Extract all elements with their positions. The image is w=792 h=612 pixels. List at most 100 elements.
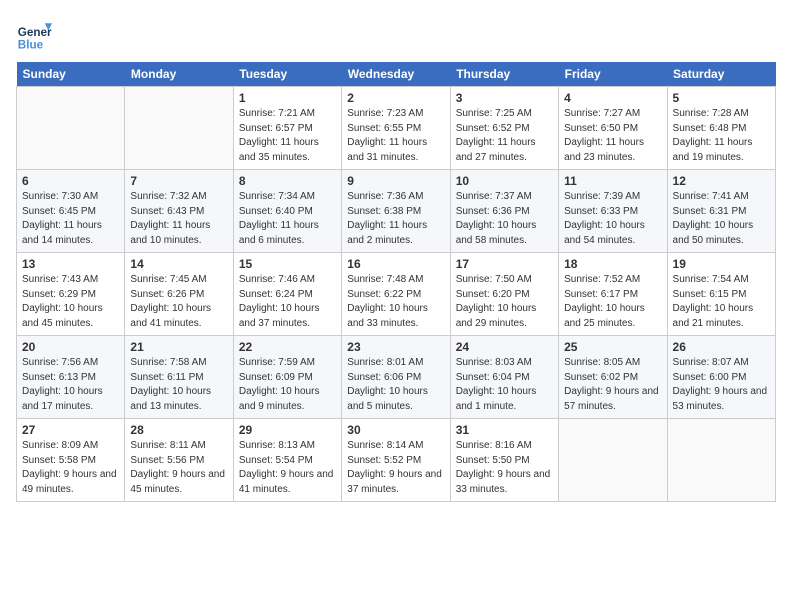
- day-number: 25: [564, 340, 661, 354]
- day-number: 26: [673, 340, 770, 354]
- day-number: 21: [130, 340, 227, 354]
- day-detail: Sunrise: 8:03 AM Sunset: 6:04 PM Dayligh…: [456, 356, 553, 414]
- day-number: 22: [239, 340, 336, 354]
- day-number: 2: [347, 91, 444, 105]
- day-cell: [125, 87, 233, 170]
- day-number: 19: [673, 257, 770, 271]
- day-number: 29: [239, 423, 336, 437]
- day-cell: 19 Sunrise: 7:54 AM Sunset: 6:15 PM Dayli…: [667, 253, 775, 336]
- day-detail: Sunrise: 7:28 AM Sunset: 6:48 PM Dayligh…: [673, 107, 770, 165]
- svg-text:Blue: Blue: [18, 38, 44, 51]
- day-detail: Sunrise: 7:46 AM Sunset: 6:24 PM Dayligh…: [239, 273, 336, 331]
- day-cell: 6Sunrise: 7:30 AM Sunset: 6:45 PM Daylig…: [17, 170, 125, 253]
- day-cell: 15 Sunrise: 7:46 AM Sunset: 6:24 PM Dayli…: [233, 253, 341, 336]
- week-row-3: 13 Sunrise: 7:43 AM Sunset: 6:29 PM Dayli…: [17, 253, 776, 336]
- day-number: 20: [22, 340, 119, 354]
- day-number: 10: [456, 174, 553, 188]
- day-detail: Sunrise: 7:39 AM Sunset: 6:33 PM Dayligh…: [564, 190, 661, 248]
- day-detail: Sunrise: 7:48 AM Sunset: 6:22 PM Dayligh…: [347, 273, 444, 331]
- day-number: 18: [564, 257, 661, 271]
- day-detail: Sunrise: 7:43 AM Sunset: 6:29 PM Dayligh…: [22, 273, 119, 331]
- day-number: 14: [130, 257, 227, 271]
- day-cell: [559, 419, 667, 502]
- day-number: 11: [564, 174, 661, 188]
- day-detail: Sunrise: 7:56 AM Sunset: 6:13 PM Dayligh…: [22, 356, 119, 414]
- day-detail: Sunrise: 7:21 AM Sunset: 6:57 PM Dayligh…: [239, 107, 336, 165]
- day-cell: 29 Sunrise: 8:13 AM Sunset: 5:54 PM Dayli…: [233, 419, 341, 502]
- day-cell: [17, 87, 125, 170]
- day-detail: Sunrise: 7:54 AM Sunset: 6:15 PM Dayligh…: [673, 273, 770, 331]
- day-cell: 7 Sunrise: 7:32 AM Sunset: 6:43 PM Daylig…: [125, 170, 233, 253]
- day-detail: Sunrise: 7:52 AM Sunset: 6:17 PM Dayligh…: [564, 273, 661, 331]
- day-cell: 11 Sunrise: 7:39 AM Sunset: 6:33 PM Dayli…: [559, 170, 667, 253]
- day-cell: 22Sunrise: 7:59 AM Sunset: 6:09 PM Dayli…: [233, 336, 341, 419]
- day-cell: 28 Sunrise: 8:11 AM Sunset: 5:56 PM Dayli…: [125, 419, 233, 502]
- header-day-sunday: Sunday: [17, 62, 125, 87]
- calendar-header: SundayMondayTuesdayWednesdayThursdayFrid…: [17, 62, 776, 87]
- day-number: 1: [239, 91, 336, 105]
- day-cell: 18 Sunrise: 7:52 AM Sunset: 6:17 PM Dayli…: [559, 253, 667, 336]
- day-detail: Sunrise: 8:11 AM Sunset: 5:56 PM Dayligh…: [130, 439, 227, 497]
- day-cell: 3 Sunrise: 7:25 AM Sunset: 6:52 PM Daylig…: [450, 87, 558, 170]
- logo-icon: General Blue: [16, 16, 52, 52]
- day-detail: Sunrise: 7:50 AM Sunset: 6:20 PM Dayligh…: [456, 273, 553, 331]
- day-cell: 10 Sunrise: 7:37 AM Sunset: 6:36 PM Dayli…: [450, 170, 558, 253]
- day-cell: 20 Sunrise: 7:56 AM Sunset: 6:13 PM Dayli…: [17, 336, 125, 419]
- day-number: 27: [22, 423, 119, 437]
- day-number: 9: [347, 174, 444, 188]
- header-day-friday: Friday: [559, 62, 667, 87]
- day-number: 3: [456, 91, 553, 105]
- day-detail: Sunrise: 7:32 AM Sunset: 6:43 PM Dayligh…: [130, 190, 227, 248]
- header-day-saturday: Saturday: [667, 62, 775, 87]
- day-cell: 27Sunrise: 8:09 AM Sunset: 5:58 PM Dayli…: [17, 419, 125, 502]
- header-day-thursday: Thursday: [450, 62, 558, 87]
- week-row-1: 1 Sunrise: 7:21 AM Sunset: 6:57 PM Daylig…: [17, 87, 776, 170]
- day-number: 8: [239, 174, 336, 188]
- day-cell: 26 Sunrise: 8:07 AM Sunset: 6:00 PM Dayli…: [667, 336, 775, 419]
- day-detail: Sunrise: 7:37 AM Sunset: 6:36 PM Dayligh…: [456, 190, 553, 248]
- day-cell: 17 Sunrise: 7:50 AM Sunset: 6:20 PM Dayli…: [450, 253, 558, 336]
- day-cell: 23 Sunrise: 8:01 AM Sunset: 6:06 PM Dayli…: [342, 336, 450, 419]
- logo: General Blue: [16, 16, 56, 52]
- week-row-2: 6Sunrise: 7:30 AM Sunset: 6:45 PM Daylig…: [17, 170, 776, 253]
- day-cell: 31Sunrise: 8:16 AM Sunset: 5:50 PM Dayli…: [450, 419, 558, 502]
- day-number: 15: [239, 257, 336, 271]
- day-cell: 25 Sunrise: 8:05 AM Sunset: 6:02 PM Dayli…: [559, 336, 667, 419]
- day-cell: 8 Sunrise: 7:34 AM Sunset: 6:40 PM Daylig…: [233, 170, 341, 253]
- day-detail: Sunrise: 8:07 AM Sunset: 6:00 PM Dayligh…: [673, 356, 770, 414]
- day-number: 12: [673, 174, 770, 188]
- day-detail: Sunrise: 8:01 AM Sunset: 6:06 PM Dayligh…: [347, 356, 444, 414]
- day-detail: Sunrise: 7:27 AM Sunset: 6:50 PM Dayligh…: [564, 107, 661, 165]
- day-cell: 13 Sunrise: 7:43 AM Sunset: 6:29 PM Dayli…: [17, 253, 125, 336]
- day-cell: 21 Sunrise: 7:58 AM Sunset: 6:11 PM Dayli…: [125, 336, 233, 419]
- day-cell: 16Sunrise: 7:48 AM Sunset: 6:22 PM Dayli…: [342, 253, 450, 336]
- svg-text:General: General: [18, 26, 52, 39]
- week-row-4: 20 Sunrise: 7:56 AM Sunset: 6:13 PM Dayli…: [17, 336, 776, 419]
- calendar-body: 1 Sunrise: 7:21 AM Sunset: 6:57 PM Daylig…: [17, 87, 776, 502]
- day-detail: Sunrise: 7:34 AM Sunset: 6:40 PM Dayligh…: [239, 190, 336, 248]
- day-cell: 14 Sunrise: 7:45 AM Sunset: 6:26 PM Dayli…: [125, 253, 233, 336]
- day-detail: Sunrise: 7:25 AM Sunset: 6:52 PM Dayligh…: [456, 107, 553, 165]
- day-detail: Sunrise: 8:05 AM Sunset: 6:02 PM Dayligh…: [564, 356, 661, 414]
- day-number: 13: [22, 257, 119, 271]
- header-day-wednesday: Wednesday: [342, 62, 450, 87]
- day-detail: Sunrise: 7:45 AM Sunset: 6:26 PM Dayligh…: [130, 273, 227, 331]
- calendar-table: SundayMondayTuesdayWednesdayThursdayFrid…: [16, 62, 776, 502]
- day-number: 5: [673, 91, 770, 105]
- header-day-tuesday: Tuesday: [233, 62, 341, 87]
- day-detail: Sunrise: 7:41 AM Sunset: 6:31 PM Dayligh…: [673, 190, 770, 248]
- day-detail: Sunrise: 7:30 AM Sunset: 6:45 PM Dayligh…: [22, 190, 119, 248]
- day-detail: Sunrise: 8:16 AM Sunset: 5:50 PM Dayligh…: [456, 439, 553, 497]
- day-number: 7: [130, 174, 227, 188]
- day-number: 24: [456, 340, 553, 354]
- day-cell: 4Sunrise: 7:27 AM Sunset: 6:50 PM Daylig…: [559, 87, 667, 170]
- day-number: 17: [456, 257, 553, 271]
- day-detail: Sunrise: 8:13 AM Sunset: 5:54 PM Dayligh…: [239, 439, 336, 497]
- day-number: 23: [347, 340, 444, 354]
- day-detail: Sunrise: 8:14 AM Sunset: 5:52 PM Dayligh…: [347, 439, 444, 497]
- day-cell: 1 Sunrise: 7:21 AM Sunset: 6:57 PM Daylig…: [233, 87, 341, 170]
- header-day-monday: Monday: [125, 62, 233, 87]
- day-cell: [667, 419, 775, 502]
- day-number: 28: [130, 423, 227, 437]
- day-detail: Sunrise: 7:58 AM Sunset: 6:11 PM Dayligh…: [130, 356, 227, 414]
